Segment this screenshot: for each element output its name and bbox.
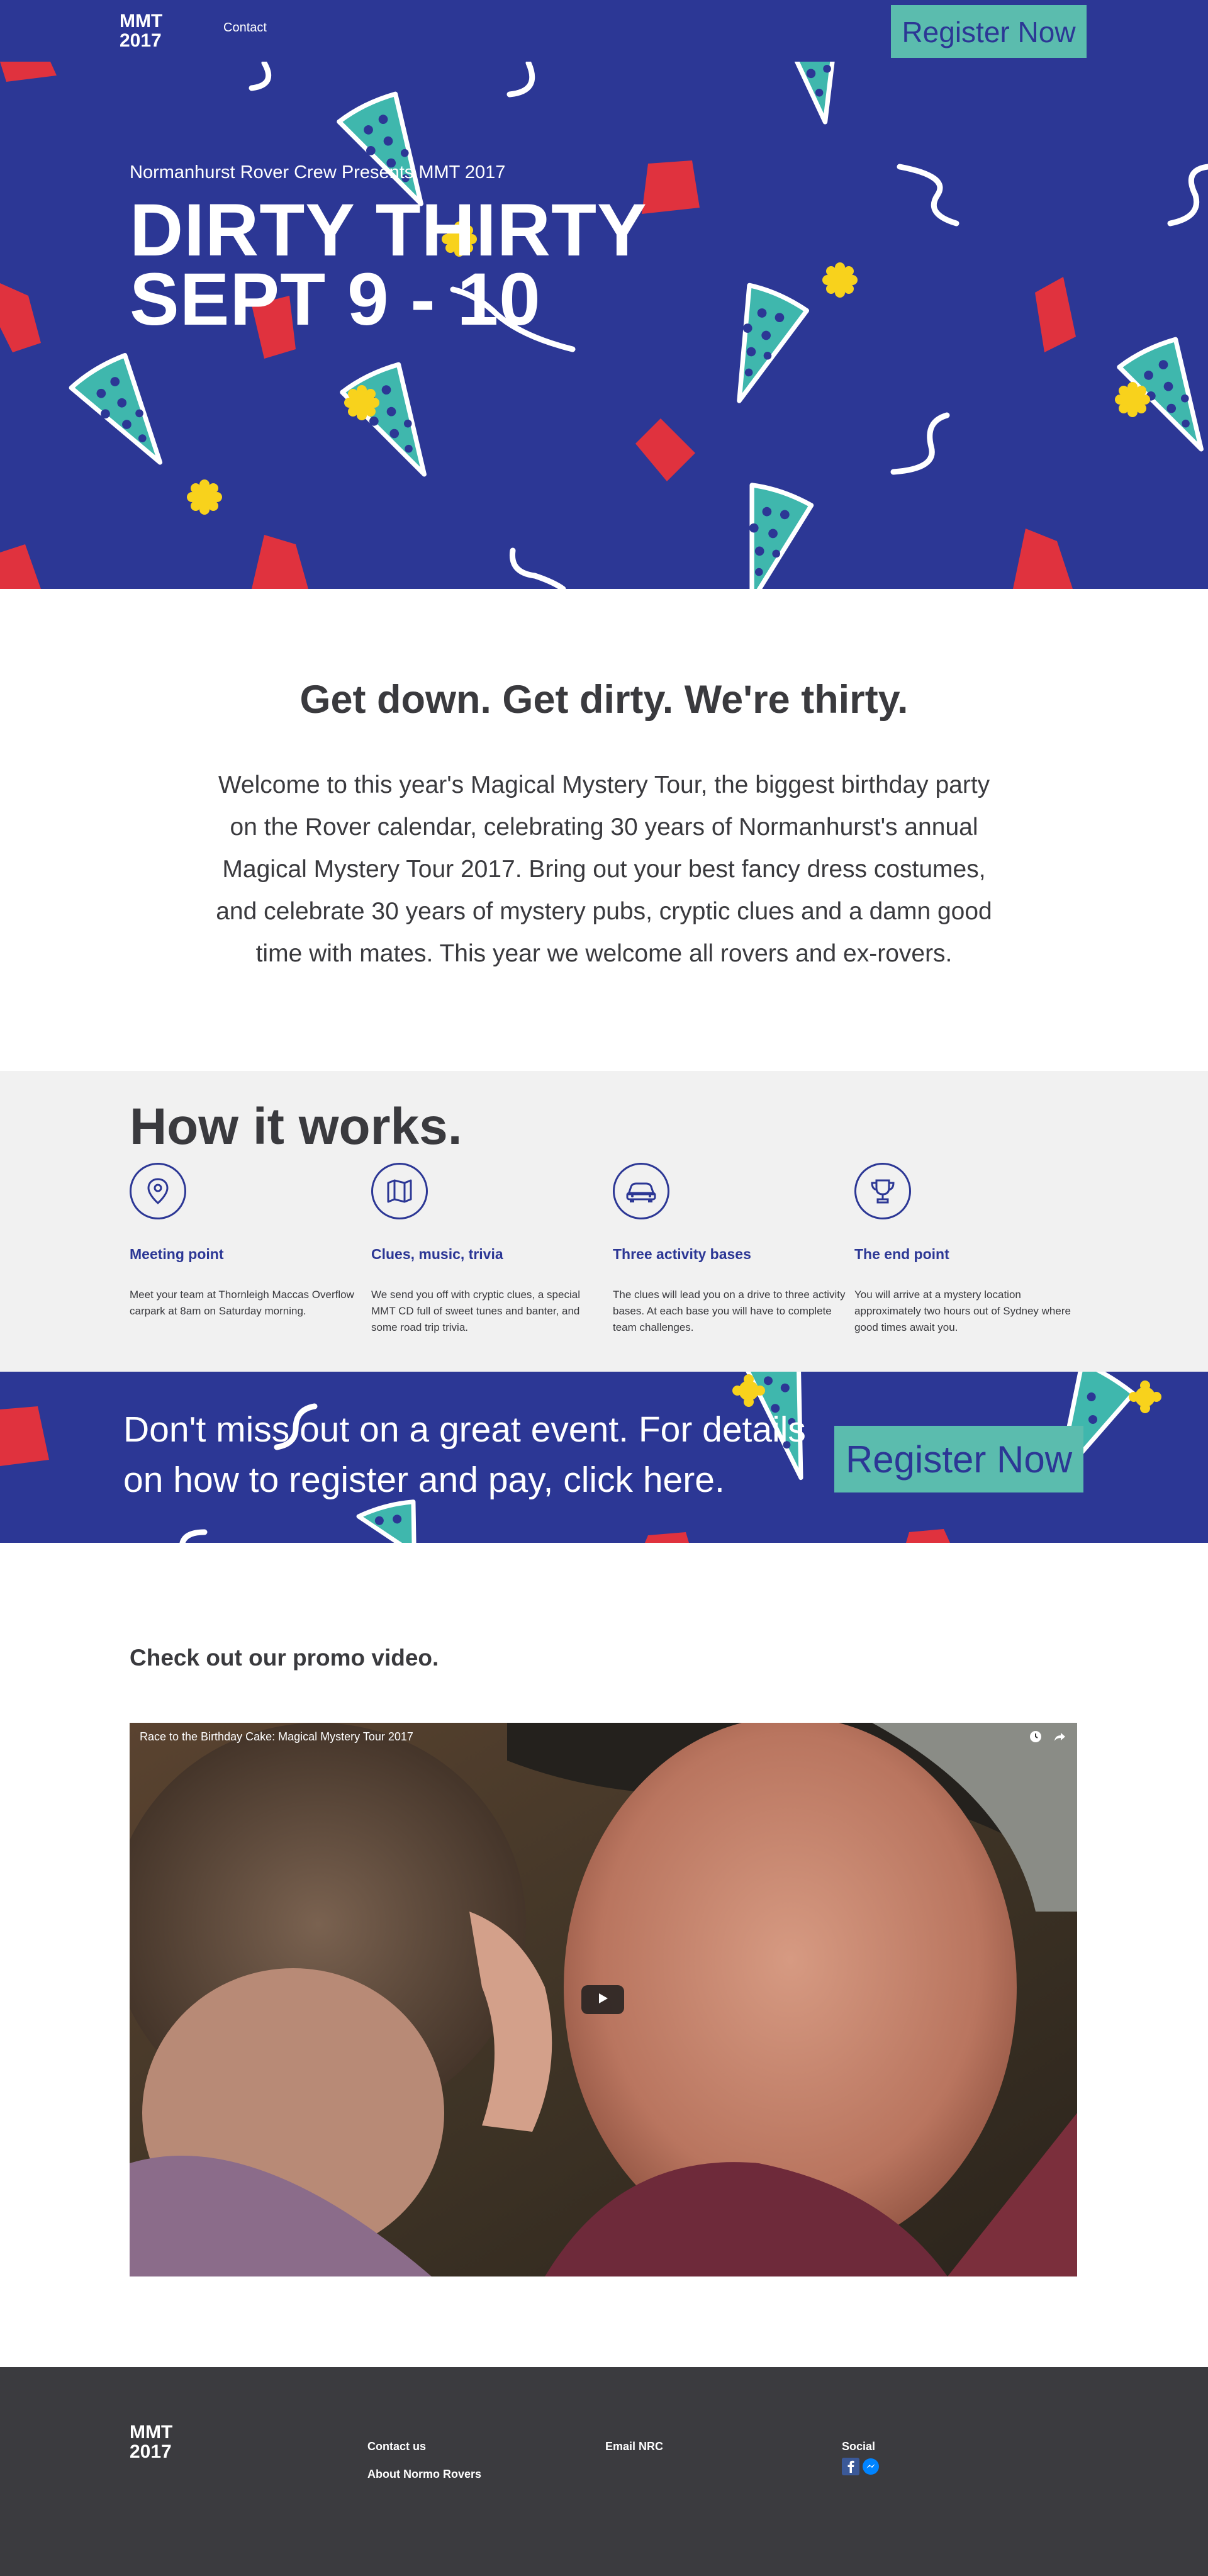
video-toolbar [1028, 1729, 1067, 1744]
promo-video-player[interactable]: Race to the Birthday Cake: Magical Myste… [130, 1723, 1077, 2276]
step-title: Three activity bases [613, 1246, 751, 1262]
car-icon [613, 1163, 669, 1219]
hero-heading-block: Normanhurst Rover Crew Presents MMT 2017… [130, 162, 647, 341]
step-title: Clues, music, trivia [371, 1246, 503, 1262]
site-footer: MMT 2017 Contact us About Normo Rovers E… [0, 2367, 1208, 2576]
intro-body-text: Welcome to this year's Magical Mystery T… [216, 771, 992, 967]
cta-text-link[interactable]: Don't miss out on a great event. For det… [123, 1404, 847, 1505]
how-it-works-section: How it works. Meeting point Meet your te… [0, 1071, 1208, 1372]
register-cta-section: Don't miss out on a great event. For det… [0, 1372, 1208, 1543]
footer-about-link[interactable]: About Normo Rovers [367, 2468, 481, 2481]
footer-logo[interactable]: MMT 2017 [130, 2422, 172, 2461]
hero-title-line-2: SEPT 9 - 10 [130, 258, 541, 341]
intro-section: Get down. Get dirty. We're thirty. Welco… [0, 589, 1208, 1071]
share-icon[interactable] [1052, 1729, 1067, 1744]
step-title: The end point [854, 1246, 949, 1262]
hero-section: MMT 2017 Contact Register Now Normanhurs… [0, 0, 1208, 589]
logo-text: MMT 2017 [120, 11, 163, 51]
hero-subtitle: Normanhurst Rover Crew Presents MMT 2017 [130, 162, 506, 182]
footer-contact-us-link[interactable]: Contact us [367, 2440, 426, 2453]
watch-later-icon[interactable] [1028, 1729, 1043, 1744]
step-meeting-point: Meeting point Meet your team at Thornlei… [130, 1163, 362, 1319]
nav-contact-link[interactable]: Contact [223, 21, 267, 35]
how-it-works-title: How it works. [130, 1098, 462, 1155]
map-pin-icon [130, 1163, 186, 1219]
register-now-cta-button[interactable]: Register Now [834, 1426, 1083, 1492]
hero-title-line-1: DIRTY THIRTY [130, 189, 647, 272]
step-body: The clues will lead you on a drive to th… [613, 1289, 846, 1333]
footer-social-label: Social [842, 2440, 876, 2453]
step-body: You will arrive at a mystery location ap… [854, 1289, 1071, 1333]
map-icon [371, 1163, 428, 1219]
step-three-activity-bases: Three activity bases The clues will lead… [613, 1163, 846, 1336]
register-now-button[interactable]: Register Now [891, 5, 1087, 58]
footer-logo-text: MMT 2017 [130, 2422, 173, 2462]
video-section-heading: Check out our promo video. [130, 1645, 439, 1671]
footer-email-link[interactable]: Email NRC [605, 2440, 663, 2453]
video-title: Race to the Birthday Cake: Magical Myste… [140, 1730, 413, 1743]
step-title: Meeting point [130, 1246, 224, 1262]
messenger-icon[interactable] [862, 2458, 880, 2478]
play-icon [596, 1992, 609, 2008]
trophy-icon [854, 1163, 911, 1219]
facebook-icon[interactable] [842, 2458, 859, 2478]
site-logo[interactable]: MMT 2017 [120, 11, 162, 50]
social-links [842, 2458, 880, 2478]
step-body: Meet your team at Thornleigh Maccas Over… [130, 1289, 354, 1317]
step-clues-music-trivia: Clues, music, trivia We send you off wit… [371, 1163, 604, 1336]
top-navigation: MMT 2017 Contact Register Now [0, 0, 1208, 62]
play-button[interactable] [581, 1985, 624, 2014]
step-the-end-point: The end point You will arrive at a myste… [854, 1163, 1087, 1336]
intro-heading: Get down. Get dirty. We're thirty. [299, 678, 909, 722]
step-body: We send you off with cryptic clues, a sp… [371, 1289, 580, 1333]
